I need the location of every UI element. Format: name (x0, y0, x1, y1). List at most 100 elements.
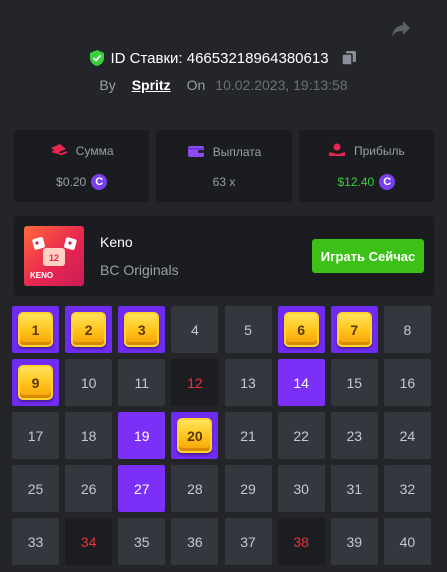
gem-tile: 1 (18, 312, 53, 347)
stat-profit-label: Прибыль (353, 144, 405, 158)
keno-number: 5 (244, 321, 252, 338)
keno-cell-28[interactable]: 28 (171, 465, 219, 512)
keno-number: 38 (293, 533, 309, 550)
gem-tile: 3 (124, 312, 160, 347)
keno-cell-1[interactable]: 1 (12, 306, 59, 353)
bet-id-row: ID Ставки: 46653218964380613 (0, 48, 447, 68)
play-now-button[interactable]: Играть Сейчас (312, 239, 424, 273)
keno-cell-17[interactable]: 17 (12, 412, 59, 459)
money-icon (50, 143, 68, 160)
stat-amount-label: Сумма (75, 144, 114, 158)
keno-cell-4[interactable]: 4 (171, 306, 219, 353)
keno-cell-39[interactable]: 39 (330, 518, 378, 565)
keno-cell-24[interactable]: 24 (383, 412, 431, 459)
keno-number: 28 (187, 480, 203, 497)
shield-check-icon (90, 50, 105, 66)
keno-cell-36[interactable]: 36 (171, 518, 219, 565)
gem-tile: 9 (18, 365, 53, 400)
keno-cell-13[interactable]: 13 (224, 359, 272, 406)
keno-cell-23[interactable]: 23 (330, 412, 378, 459)
keno-cell-21[interactable]: 21 (224, 412, 272, 459)
keno-cell-33[interactable]: 33 (12, 518, 59, 565)
keno-cell-6[interactable]: 6 (277, 306, 325, 353)
keno-number: 11 (134, 374, 150, 391)
keno-number: 18 (80, 427, 97, 444)
keno-number: 40 (399, 533, 416, 550)
keno-cell-30[interactable]: 30 (277, 465, 325, 512)
keno-number: 32 (399, 480, 416, 497)
coin-icon: C (91, 173, 108, 190)
wallet-icon (187, 144, 205, 161)
keno-number: 29 (240, 480, 256, 497)
keno-number: 26 (80, 480, 97, 497)
keno-cell-32[interactable]: 32 (383, 465, 431, 512)
keno-cell-34[interactable]: 34 (65, 518, 113, 565)
gem-tile: 6 (283, 312, 319, 347)
stat-amount-value: $0.20 (56, 174, 87, 189)
keno-number: 16 (399, 374, 416, 391)
keno-cell-22[interactable]: 22 (277, 412, 325, 459)
keno-cell-7[interactable]: 7 (330, 306, 378, 353)
gem-tile: 2 (71, 312, 107, 347)
game-name[interactable]: Keno (100, 234, 133, 250)
keno-cell-37[interactable]: 37 (224, 518, 272, 565)
on-label: On (186, 77, 206, 93)
gem-tile: 7 (336, 312, 372, 347)
keno-cell-26[interactable]: 26 (65, 465, 113, 512)
stat-profit-value: $12.40 (337, 174, 375, 189)
keno-cell-27[interactable]: 27 (118, 465, 166, 512)
keno-cell-29[interactable]: 29 (224, 465, 272, 512)
stat-payout-value: 63 x (212, 174, 236, 189)
keno-cell-9[interactable]: 9 (12, 359, 59, 406)
keno-number: 27 (133, 480, 150, 497)
keno-number: 8 (403, 321, 412, 338)
keno-thumb-ball: 12 (49, 253, 59, 263)
keno-number: 21 (240, 427, 256, 444)
gem-tile: 20 (177, 418, 213, 453)
profit-icon (328, 143, 346, 160)
keno-cell-5[interactable]: 5 (224, 306, 272, 353)
bet-byline: By Spritz On 10.02.2023, 19:13:58 (0, 75, 447, 95)
keno-cell-12[interactable]: 12 (171, 359, 219, 406)
keno-number: 35 (133, 533, 150, 550)
game-provider: BC Originals (100, 262, 179, 278)
keno-thumbnail[interactable]: 12 KENO (24, 226, 84, 286)
copy-icon[interactable] (340, 50, 357, 66)
keno-cell-3[interactable]: 3 (118, 306, 166, 353)
keno-number: 30 (293, 480, 309, 497)
keno-cell-16[interactable]: 16 (383, 359, 431, 406)
bet-datetime: 10.02.2023, 19:13:58 (215, 77, 348, 93)
keno-cell-20[interactable]: 20 (171, 412, 219, 459)
keno-number: 37 (240, 533, 256, 550)
coin-icon: C (379, 173, 396, 190)
keno-number: 10 (80, 374, 97, 391)
keno-number: 33 (27, 533, 44, 550)
username-link[interactable]: Spritz (132, 77, 171, 93)
keno-number: 31 (346, 480, 363, 497)
keno-number: 17 (27, 427, 44, 444)
keno-cell-35[interactable]: 35 (118, 518, 166, 565)
keno-cell-14[interactable]: 14 (277, 359, 325, 406)
keno-cell-2[interactable]: 2 (65, 306, 113, 353)
keno-number: 19 (133, 427, 150, 444)
keno-number: 24 (399, 427, 416, 444)
keno-cell-11[interactable]: 11 (118, 359, 166, 406)
bet-id-text: ID Ставки: 46653218964380613 (110, 49, 329, 67)
keno-cell-38[interactable]: 38 (277, 518, 325, 565)
keno-cell-8[interactable]: 8 (383, 306, 431, 353)
keno-cell-25[interactable]: 25 (12, 465, 59, 512)
keno-number: 12 (187, 374, 203, 391)
keno-number: 25 (27, 480, 44, 497)
keno-cell-19[interactable]: 19 (118, 412, 166, 459)
stat-payout-label: Выплата (212, 145, 262, 159)
keno-cell-40[interactable]: 40 (383, 518, 431, 565)
keno-cell-15[interactable]: 15 (330, 359, 378, 406)
keno-number: 4 (190, 321, 199, 338)
keno-cell-10[interactable]: 10 (65, 359, 113, 406)
keno-number: 13 (240, 374, 256, 391)
keno-number: 15 (346, 374, 363, 391)
keno-number: 23 (346, 427, 363, 444)
keno-cell-18[interactable]: 18 (65, 412, 113, 459)
share-icon[interactable] (390, 18, 412, 40)
keno-cell-31[interactable]: 31 (330, 465, 378, 512)
